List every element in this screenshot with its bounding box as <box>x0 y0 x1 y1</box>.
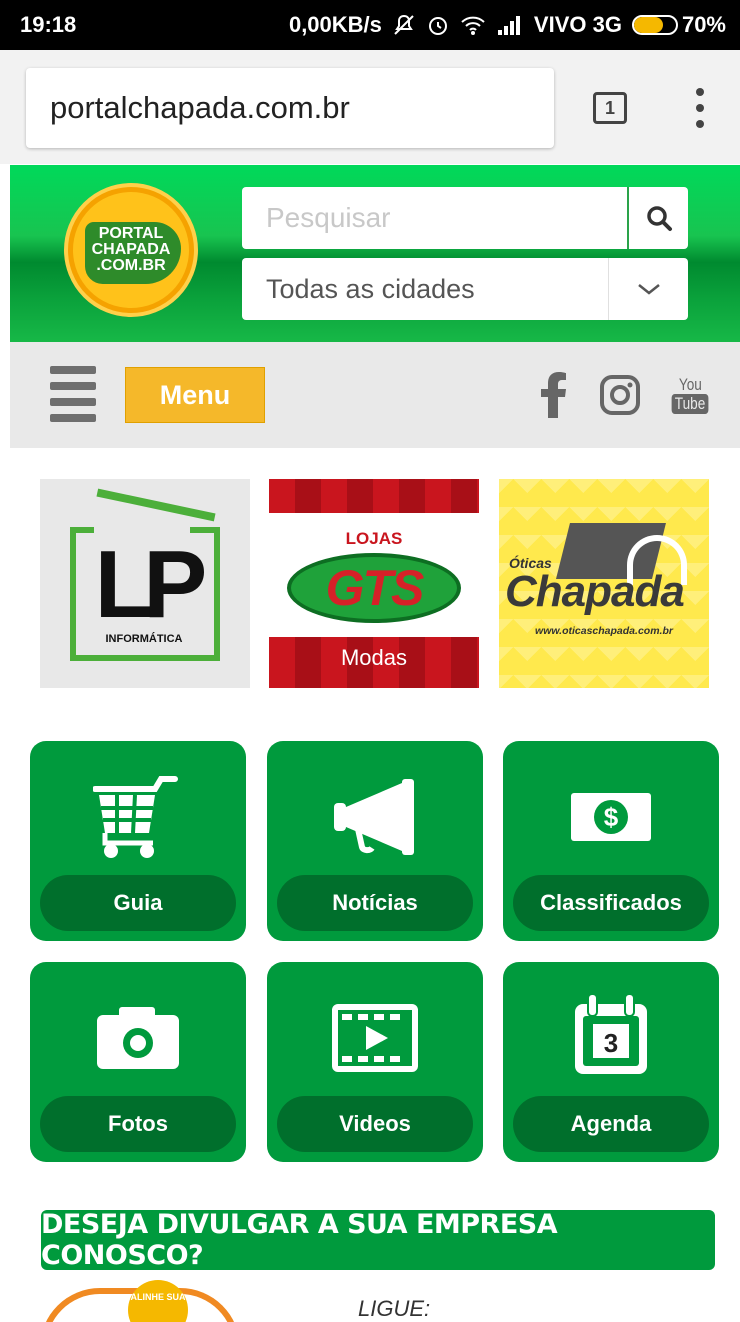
gts-brand: GTS <box>325 560 425 616</box>
tile-classificados[interactable]: $ Classificados <box>503 741 719 941</box>
city-select-value: Todas as cidades <box>266 273 475 304</box>
tile-fotos[interactable]: Fotos <box>30 962 246 1162</box>
tile-label: Fotos <box>40 1096 236 1152</box>
search-input[interactable] <box>242 187 627 249</box>
gts-top: LOJAS <box>345 529 403 548</box>
search-button[interactable] <box>627 187 688 249</box>
browser-toolbar: portalchapada.com.br 1 <box>0 50 740 164</box>
camera-icon <box>30 988 246 1088</box>
bell-off-icon <box>392 13 416 37</box>
status-time: 19:18 <box>20 12 77 37</box>
youtube-icon[interactable]: You Tube <box>666 370 714 420</box>
browser-menu-icon[interactable] <box>690 88 710 128</box>
status-right: 0,00KB/s VIVO 3G 70% <box>289 12 726 38</box>
menu-button[interactable]: Menu <box>125 367 265 423</box>
banner-oticas-chapada[interactable]: Óticas Chapada www.oticaschapada.com.br <box>499 479 709 688</box>
search-icon <box>646 206 672 231</box>
youtube-bottom-text: Tube <box>671 394 709 414</box>
url-bar[interactable]: portalchapada.com.br <box>26 68 554 148</box>
signal-icon <box>496 14 524 36</box>
battery-icon <box>631 15 678 35</box>
tile-label: Notícias <box>277 875 473 931</box>
site-logo[interactable]: PORTAL CHAPADA .COM.BR <box>64 183 198 317</box>
calendar-icon: 3 <box>503 984 719 1084</box>
tab-switcher-button[interactable]: 1 <box>593 92 627 124</box>
tile-videos[interactable]: Videos <box>267 962 483 1162</box>
tile-label: Classificados <box>513 875 709 931</box>
oticas-url: www.oticaschapada.com.br <box>535 625 673 637</box>
svg-text:3: 3 <box>604 1028 618 1058</box>
lp-brand: LP <box>94 531 208 638</box>
wifi-icon <box>460 14 486 36</box>
logo-line2: CHAPADA <box>91 241 171 258</box>
url-text: portalchapada.com.br <box>50 90 350 125</box>
city-select[interactable]: Todas as cidades <box>242 258 688 320</box>
film-icon <box>267 988 483 1088</box>
facebook-icon[interactable] <box>536 370 572 420</box>
tile-agenda[interactable]: 3 Agenda <box>503 962 719 1162</box>
promo-banner[interactable]: DESEJA DIVULGAR A SUA EMPRESA CONOSCO? <box>41 1209 715 1271</box>
logo-line3: .COM.BR <box>96 257 166 274</box>
tile-guia[interactable]: Guia <box>30 741 246 941</box>
carrier: VIVO 3G <box>533 12 622 37</box>
alarm-icon <box>426 13 450 37</box>
search-box <box>242 187 688 249</box>
megaphone-icon <box>267 767 483 867</box>
gts-bottom: Modas <box>340 645 408 670</box>
tile-label: Guia <box>40 875 236 931</box>
promo-call-label: LIGUE: <box>358 1296 431 1321</box>
oticas-brand: Chapada <box>505 567 685 616</box>
promo-seal: ALINHE SUA <box>128 1280 188 1322</box>
tile-label: Agenda <box>513 1096 709 1152</box>
lp-subtitle: INFORMÁTICA <box>105 633 183 645</box>
tile-label: Videos <box>277 1096 473 1152</box>
battery-indicator: 70% <box>631 12 726 38</box>
logo-line1: PORTAL <box>98 225 164 242</box>
youtube-top-text: You <box>678 375 702 394</box>
banner-lojas-gts[interactable]: LOJAS GTS Modas <box>269 479 479 688</box>
battery-percent: 70% <box>681 12 726 37</box>
net-speed: 0,00KB/s <box>288 12 382 37</box>
svg-text:$: $ <box>604 802 619 832</box>
banner-lp-informatica[interactable]: LP INFORMÁTICA <box>40 479 250 688</box>
tile-noticias[interactable]: Notícias <box>267 741 483 941</box>
instagram-icon[interactable] <box>597 370 643 420</box>
hamburger-icon[interactable] <box>50 366 96 422</box>
chevron-down-icon <box>608 258 688 320</box>
cart-icon <box>30 767 246 867</box>
status-bar: 19:18 0,00KB/s VIVO 3G 70% <box>0 0 740 50</box>
money-icon: $ <box>503 767 719 867</box>
